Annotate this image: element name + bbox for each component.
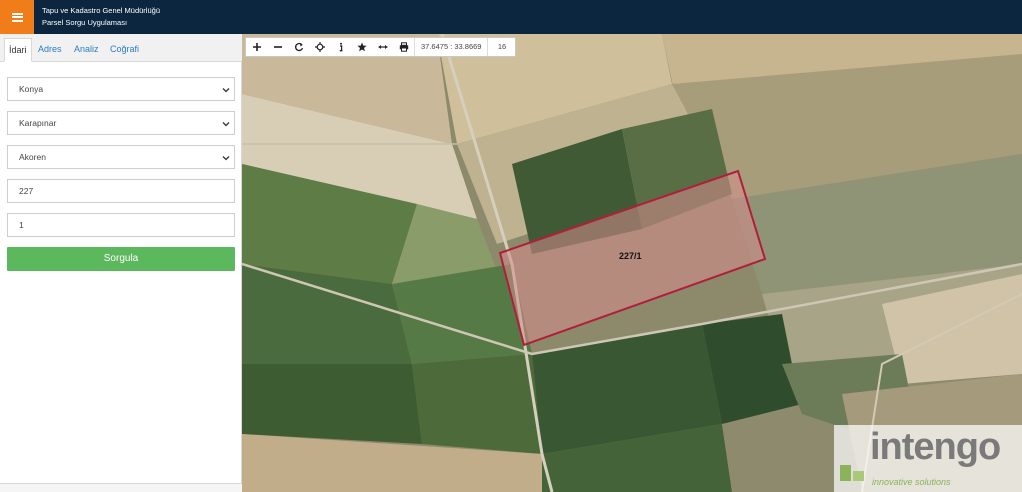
- zoom-out-button[interactable]: [267, 38, 288, 56]
- sidebar-footer: [0, 483, 242, 492]
- watermark-tagline: innovative solutions: [872, 477, 951, 487]
- zoom-level: 16: [487, 38, 515, 56]
- province-select[interactable]: Konya: [7, 77, 235, 101]
- menu-button[interactable]: [0, 0, 34, 34]
- refresh-button[interactable]: [288, 38, 309, 56]
- tab-analiz[interactable]: Analiz: [70, 38, 103, 62]
- watermark-brand: intengo: [870, 426, 1001, 468]
- map-view[interactable]: 227/1 37.6475 : 33.8669 16 intengo innov…: [242, 34, 1022, 492]
- province-value: Konya: [19, 84, 44, 94]
- app-subtitle: Parsel Sorgu Uygulaması: [42, 18, 128, 27]
- tab-cografi[interactable]: Coğrafi: [106, 38, 143, 62]
- tab-idari[interactable]: İdari: [4, 38, 32, 62]
- block-value: 227: [19, 186, 34, 196]
- locate-icon: [314, 42, 325, 52]
- print-icon: [399, 42, 408, 52]
- parcel-input[interactable]: 1: [7, 213, 235, 237]
- print-button[interactable]: [393, 38, 414, 56]
- satellite-imagery[interactable]: [242, 34, 1022, 492]
- favorite-button[interactable]: [351, 38, 372, 56]
- measure-button[interactable]: [372, 38, 393, 56]
- app-titles: Tapu ve Kadastro Genel Müdürlüğü Parsel …: [42, 5, 160, 29]
- parcel-label: 227/1: [619, 251, 642, 261]
- app-title: Tapu ve Kadastro Genel Müdürlüğü: [42, 6, 160, 15]
- chevron-down-icon: [222, 122, 230, 127]
- district-value: Karapınar: [19, 118, 57, 128]
- intengo-watermark: intengo innovative solutions: [834, 425, 1022, 492]
- map-toolbar: 37.6475 : 33.8669 16: [245, 37, 517, 57]
- query-button[interactable]: Sorgula: [7, 247, 235, 271]
- app-header: Tapu ve Kadastro Genel Müdürlüğü Parsel …: [0, 0, 1022, 34]
- parcel-value: 1: [19, 220, 24, 230]
- district-select[interactable]: Karapınar: [7, 111, 235, 135]
- zoom-out-icon: [273, 46, 282, 48]
- tab-adres[interactable]: Adres: [34, 38, 66, 62]
- neighborhood-select[interactable]: Akoren: [7, 145, 235, 169]
- refresh-icon: [294, 42, 303, 52]
- chevron-down-icon: [222, 88, 230, 93]
- sidebar-tabs: İdari Adres Analiz Coğrafi: [0, 34, 242, 62]
- hamburger-icon: [11, 12, 23, 22]
- neighborhood-value: Akoren: [19, 152, 46, 162]
- sidebar-panel: İdari Adres Analiz Coğrafi Konya Karapın…: [0, 34, 242, 492]
- zoom-in-button[interactable]: [246, 38, 267, 56]
- chevron-down-icon: [222, 156, 230, 161]
- star-icon: [356, 42, 367, 52]
- block-input[interactable]: 227: [7, 179, 235, 203]
- locate-button[interactable]: [309, 38, 330, 56]
- intengo-logo-icon: [840, 465, 864, 481]
- coordinates-readout: 37.6475 : 33.8669: [414, 38, 487, 56]
- info-button[interactable]: [330, 38, 351, 56]
- info-icon: [339, 42, 342, 52]
- zoom-in-icon: [252, 43, 261, 51]
- measure-icon: [378, 45, 387, 49]
